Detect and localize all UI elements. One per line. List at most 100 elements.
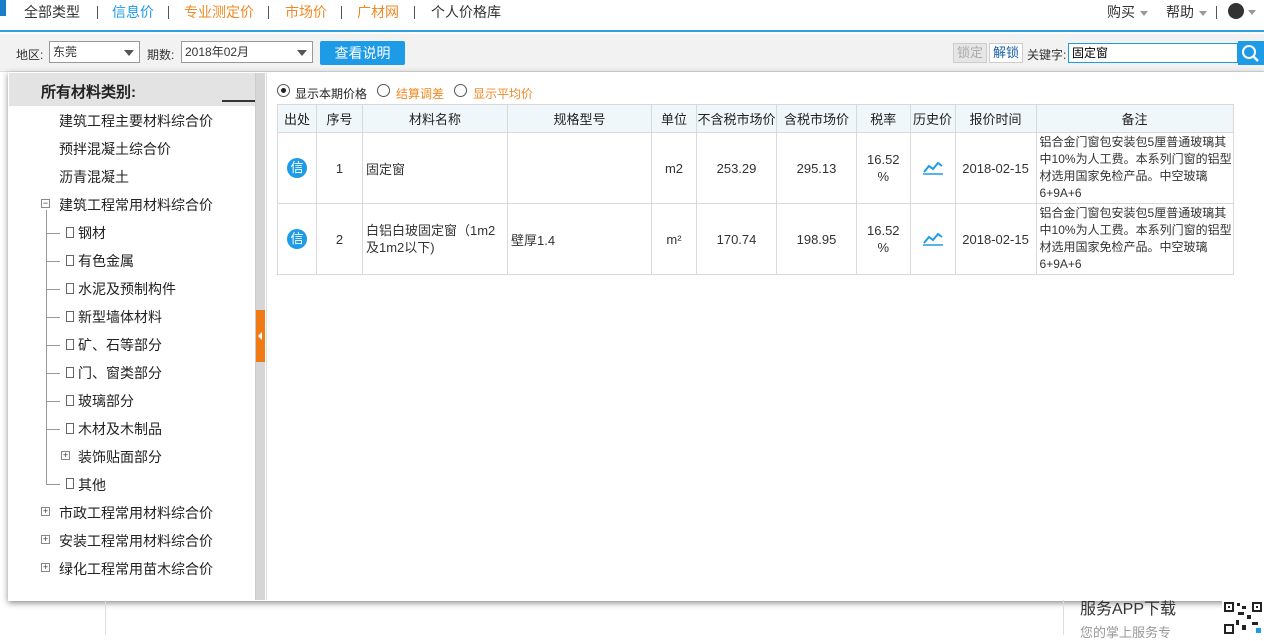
buy-menu[interactable]: 购买 — [1107, 4, 1148, 20]
search-button[interactable] — [1238, 41, 1264, 65]
col-header-price-in-tax[interactable]: 含税市场价 — [776, 104, 857, 133]
lock-button[interactable]: 锁定 — [953, 43, 987, 63]
tree-connector — [46, 261, 60, 262]
keyword-label: 关键字: — [1027, 48, 1067, 62]
col-header-quote-date[interactable]: 报价时间 — [954, 104, 1037, 133]
window-edge — [0, 0, 6, 16]
col-header-history[interactable]: 历史价 — [909, 104, 956, 133]
nav-personal-library[interactable]: 个人价格库 — [431, 4, 501, 20]
show-avg-label[interactable]: 显示平均价 — [473, 85, 533, 102]
tree-item-decorative-veneer[interactable]: 装饰贴面部分 — [78, 449, 162, 465]
nav-separator — [414, 6, 415, 19]
collapse-icon[interactable]: − — [41, 199, 50, 208]
file-icon — [66, 283, 74, 294]
background-divider — [105, 600, 106, 635]
tree-item-doors-windows[interactable]: 门、窗类部分 — [78, 365, 162, 381]
nav-market-price[interactable]: 市场价 — [285, 4, 327, 20]
info-source-icon[interactable]: 信 — [287, 229, 307, 249]
index-cell: 2 — [316, 203, 363, 275]
nav-guangcai[interactable]: 广材网 — [357, 4, 399, 20]
col-header-name[interactable]: 材料名称 — [362, 104, 508, 133]
period-value: 2018年02月 — [185, 45, 250, 59]
period-select[interactable]: 2018年02月 — [181, 41, 313, 63]
nav-separator — [97, 6, 98, 19]
category-header-label: 所有材料类别: — [41, 84, 136, 101]
tree-connector — [46, 401, 60, 402]
tree-item-building-common[interactable]: 建筑工程常用材料综合价 — [59, 197, 213, 213]
price-in-tax-cell: 295.13 — [776, 132, 857, 204]
tree-item-steel[interactable]: 钢材 — [78, 225, 106, 241]
col-header-unit[interactable]: 单位 — [651, 104, 697, 133]
help-menu[interactable]: 帮助 — [1166, 4, 1207, 20]
tree-item-building-main[interactable]: 建筑工程主要材料综合价 — [59, 113, 213, 129]
file-icon — [66, 395, 74, 406]
tree-item-other[interactable]: 其他 — [78, 477, 106, 493]
chevron-down-icon — [124, 50, 134, 56]
trend-chart-icon[interactable] — [922, 230, 944, 246]
expand-icon[interactable]: + — [41, 507, 50, 516]
history-cell — [909, 203, 956, 275]
tree-item-municipal[interactable]: 市政工程常用材料综合价 — [59, 505, 213, 521]
col-header-source[interactable]: 出处 — [277, 104, 317, 133]
search-icon — [1242, 45, 1259, 62]
show-current-label[interactable]: 显示本期价格 — [295, 85, 367, 102]
col-header-index[interactable]: 序号 — [316, 104, 363, 133]
expand-icon[interactable]: + — [61, 451, 70, 460]
keyword-search-input[interactable]: 固定窗 — [1068, 43, 1238, 63]
expand-icon[interactable]: + — [41, 563, 50, 572]
radio-settle-diff[interactable] — [377, 84, 390, 97]
chevron-down-icon — [1140, 10, 1148, 16]
file-icon — [66, 367, 74, 378]
table-header-row: 出处 序号 材料名称 规格型号 单位 不含税市场价 含税市场价 税率 历史价 报… — [277, 104, 1234, 133]
settle-diff-label[interactable]: 结算调差 — [396, 85, 444, 102]
file-icon — [66, 227, 74, 238]
tree-item-glass[interactable]: 玻璃部分 — [78, 393, 134, 409]
chevron-down-icon — [1199, 10, 1207, 16]
col-header-tax-rate[interactable]: 税率 — [856, 104, 911, 133]
price-result-area: 显示本期价格 结算调差 显示平均价 出处 序号 材料名称 规格型号 单位 不含税… — [266, 73, 1264, 600]
tree-item-greening[interactable]: 绿化工程常用苗木综合价 — [59, 561, 213, 577]
avatar[interactable] — [1228, 3, 1244, 19]
nav-separator — [268, 6, 269, 19]
nav-info-price[interactable]: 信息价 — [112, 4, 154, 20]
radio-show-avg[interactable] — [454, 84, 467, 97]
spec-cell — [507, 132, 652, 204]
category-header: 所有材料类别: — [9, 73, 255, 106]
file-icon — [66, 339, 74, 350]
app-download-title[interactable]: 服务APP下载 — [1080, 595, 1176, 619]
expand-icon[interactable]: + — [41, 535, 50, 544]
trend-chart-icon[interactable] — [922, 159, 944, 175]
col-header-spec[interactable]: 规格型号 — [507, 104, 652, 133]
unlock-button[interactable]: 解锁 — [989, 43, 1023, 63]
unit-cell: m2 — [651, 132, 697, 204]
file-icon — [66, 311, 74, 322]
tree-item-nonferrous[interactable]: 有色金属 — [78, 253, 134, 269]
price-ex-tax-cell: 253.29 — [696, 132, 777, 204]
table-row[interactable]: 信 1 固定窗 m2 253.29 295.13 16.52 % 2018-02… — [277, 132, 1234, 204]
nav-separator — [1216, 6, 1217, 19]
info-source-icon[interactable]: 信 — [287, 158, 307, 178]
file-icon — [66, 478, 74, 489]
help-label: 帮助 — [1166, 4, 1194, 20]
tree-connector — [46, 484, 60, 485]
tree-item-wood[interactable]: 木材及木制品 — [78, 421, 162, 437]
price-in-tax-cell: 198.95 — [776, 203, 857, 275]
collapse-panel-handle[interactable] — [256, 310, 265, 362]
nav-all-types[interactable]: 全部类型 — [24, 4, 80, 20]
tree-item-cement[interactable]: 水泥及预制构件 — [78, 281, 176, 297]
region-select[interactable]: 东莞 — [49, 41, 140, 63]
radio-show-current[interactable] — [277, 84, 290, 97]
tree-item-asphalt-concrete[interactable]: 沥青混凝土 — [59, 169, 129, 185]
nav-professional-price[interactable]: 专业测定价 — [184, 4, 254, 20]
table-row[interactable]: 信 2 白铝白玻固定窗（1m2及1m2以下) 壁厚1.4 m² 170.74 1… — [277, 203, 1234, 275]
col-header-remark[interactable]: 备注 — [1035, 104, 1234, 133]
tree-item-wall-materials[interactable]: 新型墙体材料 — [78, 309, 162, 325]
background-divider — [1063, 600, 1064, 635]
col-header-price-ex-tax[interactable]: 不含税市场价 — [696, 104, 777, 133]
filter-toolbar: 地区: 东莞 期数: 2018年02月 查看说明 锁定 解锁 关键字: 固定窗 — [0, 34, 1264, 72]
name-cell: 白铝白玻固定窗（1m2及1m2以下) — [362, 203, 508, 275]
tree-item-installation[interactable]: 安装工程常用材料综合价 — [59, 533, 213, 549]
tree-item-ore-stone[interactable]: 矿、石等部分 — [78, 337, 162, 353]
view-explanation-button[interactable]: 查看说明 — [320, 41, 405, 65]
tree-item-ready-mix-concrete[interactable]: 预拌混凝土综合价 — [59, 141, 171, 157]
